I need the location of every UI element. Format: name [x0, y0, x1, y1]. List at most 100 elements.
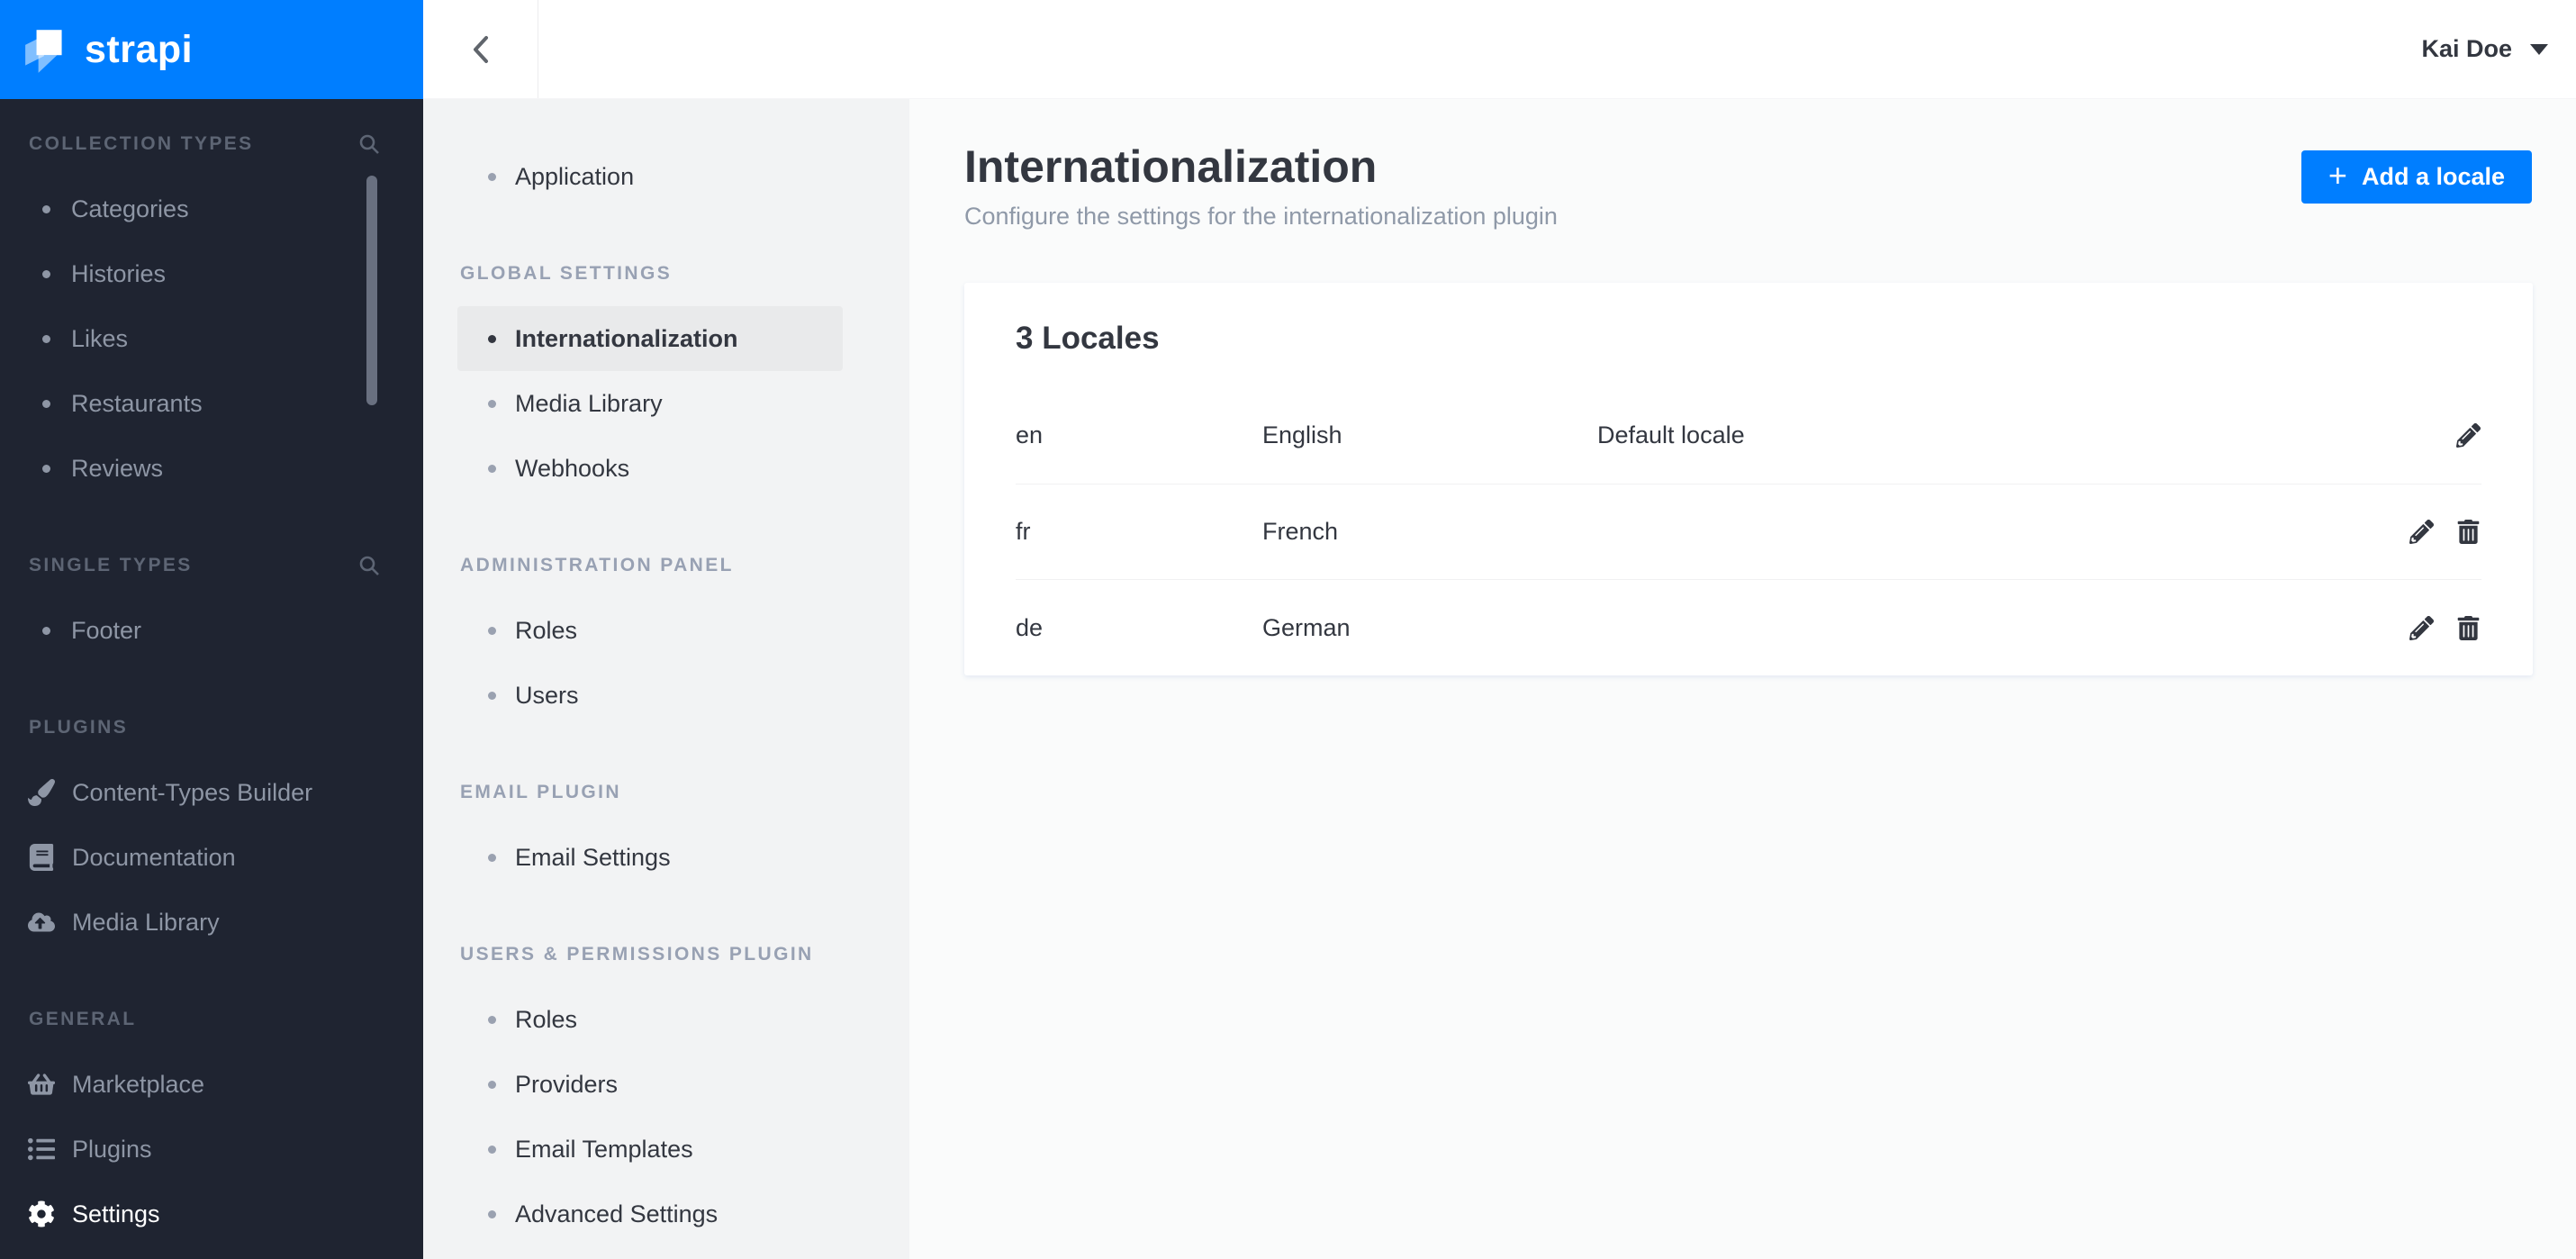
delete-locale-button[interactable] — [2454, 614, 2481, 641]
sidebar-item-media-library[interactable]: Media Library — [0, 890, 423, 955]
settings-item-email-settings[interactable]: Email Settings — [457, 825, 843, 890]
locale-note: Default locale — [1597, 421, 1745, 449]
bullet-dot-icon — [488, 464, 496, 473]
locales-card: 3 Locales en English Default locale fr F… — [964, 283, 2533, 675]
row-actions — [2435, 422, 2481, 449]
bullet-dot-icon — [488, 691, 496, 700]
bullet-dot-icon — [488, 853, 496, 862]
bullet-dot-icon — [42, 269, 50, 278]
edit-locale-button[interactable] — [2408, 519, 2435, 546]
settings-item-application[interactable]: Application — [457, 144, 843, 209]
section-title: GENERAL — [29, 1009, 137, 1029]
sidebar-item-reviews[interactable]: Reviews — [0, 436, 423, 501]
table-row-de: de German — [1016, 579, 2481, 675]
pencil-icon — [2455, 423, 2481, 448]
sidebar-item-documentation[interactable]: Documentation — [0, 825, 423, 890]
gear-icon — [26, 1199, 57, 1229]
list-icon — [26, 1134, 57, 1164]
bullet-dot-icon — [42, 334, 50, 343]
row-actions — [2388, 519, 2481, 546]
sidebar-item-footer[interactable]: Footer — [0, 598, 423, 663]
bullet-dot-icon — [488, 1015, 496, 1024]
bullet-dot-icon — [488, 1209, 496, 1218]
settings-item-advanced-settings[interactable]: Advanced Settings — [457, 1182, 843, 1246]
main-content: Internationalization Configure the setti… — [909, 99, 2576, 1259]
table-row-fr: fr French — [1016, 483, 2481, 580]
section-header: GENERAL — [0, 1001, 423, 1037]
bullet-dot-icon — [42, 204, 50, 213]
book-icon — [26, 842, 57, 873]
locales-table: en English Default locale fr French de G… — [1016, 388, 2481, 675]
sidebar-item-plugins[interactable]: Plugins — [0, 1117, 423, 1182]
locale-name: German — [1262, 613, 1351, 641]
sidebar-section-single-types: SINGLE TYPES Footer — [0, 548, 423, 663]
settings-item-webhooks[interactable]: Webhooks — [457, 436, 843, 501]
page-title: Internationalization — [964, 141, 1378, 192]
settings-item-internationalization[interactable]: Internationalization — [457, 306, 843, 371]
settings-section-users-permissions: USERS & PERMISSIONS PLUGIN Roles Provide… — [423, 937, 909, 1246]
sidebar-item-restaurants[interactable]: Restaurants — [0, 371, 423, 436]
user-name: Kai Doe — [2421, 35, 2512, 62]
row-actions — [2388, 614, 2481, 641]
settings-item-up-roles[interactable]: Roles — [457, 987, 843, 1052]
sidebar-section-general: GENERAL Marketplace Plugins Settings — [0, 1001, 423, 1246]
section-title: ADMINISTRATION PANEL — [460, 555, 734, 575]
settings-section-email-plugin: EMAIL PLUGIN Email Settings — [423, 774, 909, 890]
section-title: SINGLE TYPES — [29, 555, 193, 575]
bullet-dot-icon — [488, 626, 496, 635]
strapi-logo[interactable]: strapi — [0, 0, 423, 99]
caret-down-icon — [2530, 43, 2548, 55]
sidebar-item-settings[interactable]: Settings — [0, 1182, 423, 1246]
bullet-dot-icon — [488, 1145, 496, 1154]
sidebar-item-categories[interactable]: Categories — [0, 177, 423, 241]
search-icon[interactable] — [358, 555, 380, 576]
settings-sidebar: Application GLOBAL SETTINGS Internationa… — [423, 99, 909, 1259]
delete-locale-button[interactable] — [2454, 519, 2481, 546]
pencil-icon — [2409, 615, 2434, 640]
section-title: COLLECTION TYPES — [29, 133, 254, 154]
locale-name: French — [1262, 518, 1339, 545]
page-subtitle: Configure the settings for the internati… — [964, 203, 1558, 230]
shopping-basket-icon — [26, 1069, 57, 1100]
bullet-dot-icon — [488, 1080, 496, 1089]
sidebar-item-marketplace[interactable]: Marketplace — [0, 1052, 423, 1117]
bullet-dot-icon — [488, 334, 496, 343]
settings-section-global: GLOBAL SETTINGS Internationalization Med… — [423, 256, 909, 501]
sidebar-section-plugins: PLUGINS Content-Types Builder Documentat… — [0, 710, 423, 955]
table-row-en: en English Default locale — [1016, 388, 2481, 484]
cloud-upload-icon — [26, 907, 57, 937]
trash-icon — [2457, 520, 2479, 544]
locales-card-title: 3 Locales — [1016, 321, 1160, 356]
back-button[interactable] — [423, 0, 538, 98]
search-icon[interactable] — [358, 133, 380, 155]
top-bar: Kai Doe — [423, 0, 2576, 99]
sidebar-item-histories[interactable]: Histories — [0, 241, 423, 306]
add-locale-button[interactable]: + Add a locale — [2300, 150, 2532, 204]
settings-item-admin-roles[interactable]: Roles — [457, 598, 843, 663]
settings-item-media-library[interactable]: Media Library — [457, 371, 843, 436]
bullet-dot-icon — [488, 172, 496, 181]
section-title: GLOBAL SETTINGS — [460, 263, 673, 284]
settings-item-providers[interactable]: Providers — [457, 1052, 843, 1117]
edit-locale-button[interactable] — [2408, 614, 2435, 641]
sidebar-section-collection-types: COLLECTION TYPES Categories Histories Li… — [0, 126, 423, 501]
user-menu[interactable]: Kai Doe — [2421, 35, 2548, 63]
sidebar-item-content-types-builder[interactable]: Content-Types Builder — [0, 760, 423, 825]
sidebar-item-likes[interactable]: Likes — [0, 306, 423, 371]
settings-item-email-templates[interactable]: Email Templates — [457, 1117, 843, 1182]
pencil-icon — [2409, 520, 2434, 544]
settings-item-admin-users[interactable]: Users — [457, 663, 843, 728]
section-header: SINGLE TYPES — [0, 548, 423, 584]
bullet-dot-icon — [42, 464, 50, 473]
add-locale-label: Add a locale — [2361, 163, 2505, 190]
locale-code: fr — [1016, 518, 1031, 545]
sidebar-scrollbar-thumb[interactable] — [366, 176, 377, 405]
section-title: USERS & PERMISSIONS PLUGIN — [460, 944, 814, 965]
settings-section-admin-panel: ADMINISTRATION PANEL Roles Users — [423, 548, 909, 728]
plus-icon: + — [2327, 156, 2347, 194]
locale-name: English — [1262, 421, 1342, 449]
edit-locale-button[interactable] — [2454, 422, 2481, 449]
section-title: EMAIL PLUGIN — [460, 782, 621, 802]
section-header: COLLECTION TYPES — [0, 126, 423, 162]
trash-icon — [2457, 615, 2479, 640]
